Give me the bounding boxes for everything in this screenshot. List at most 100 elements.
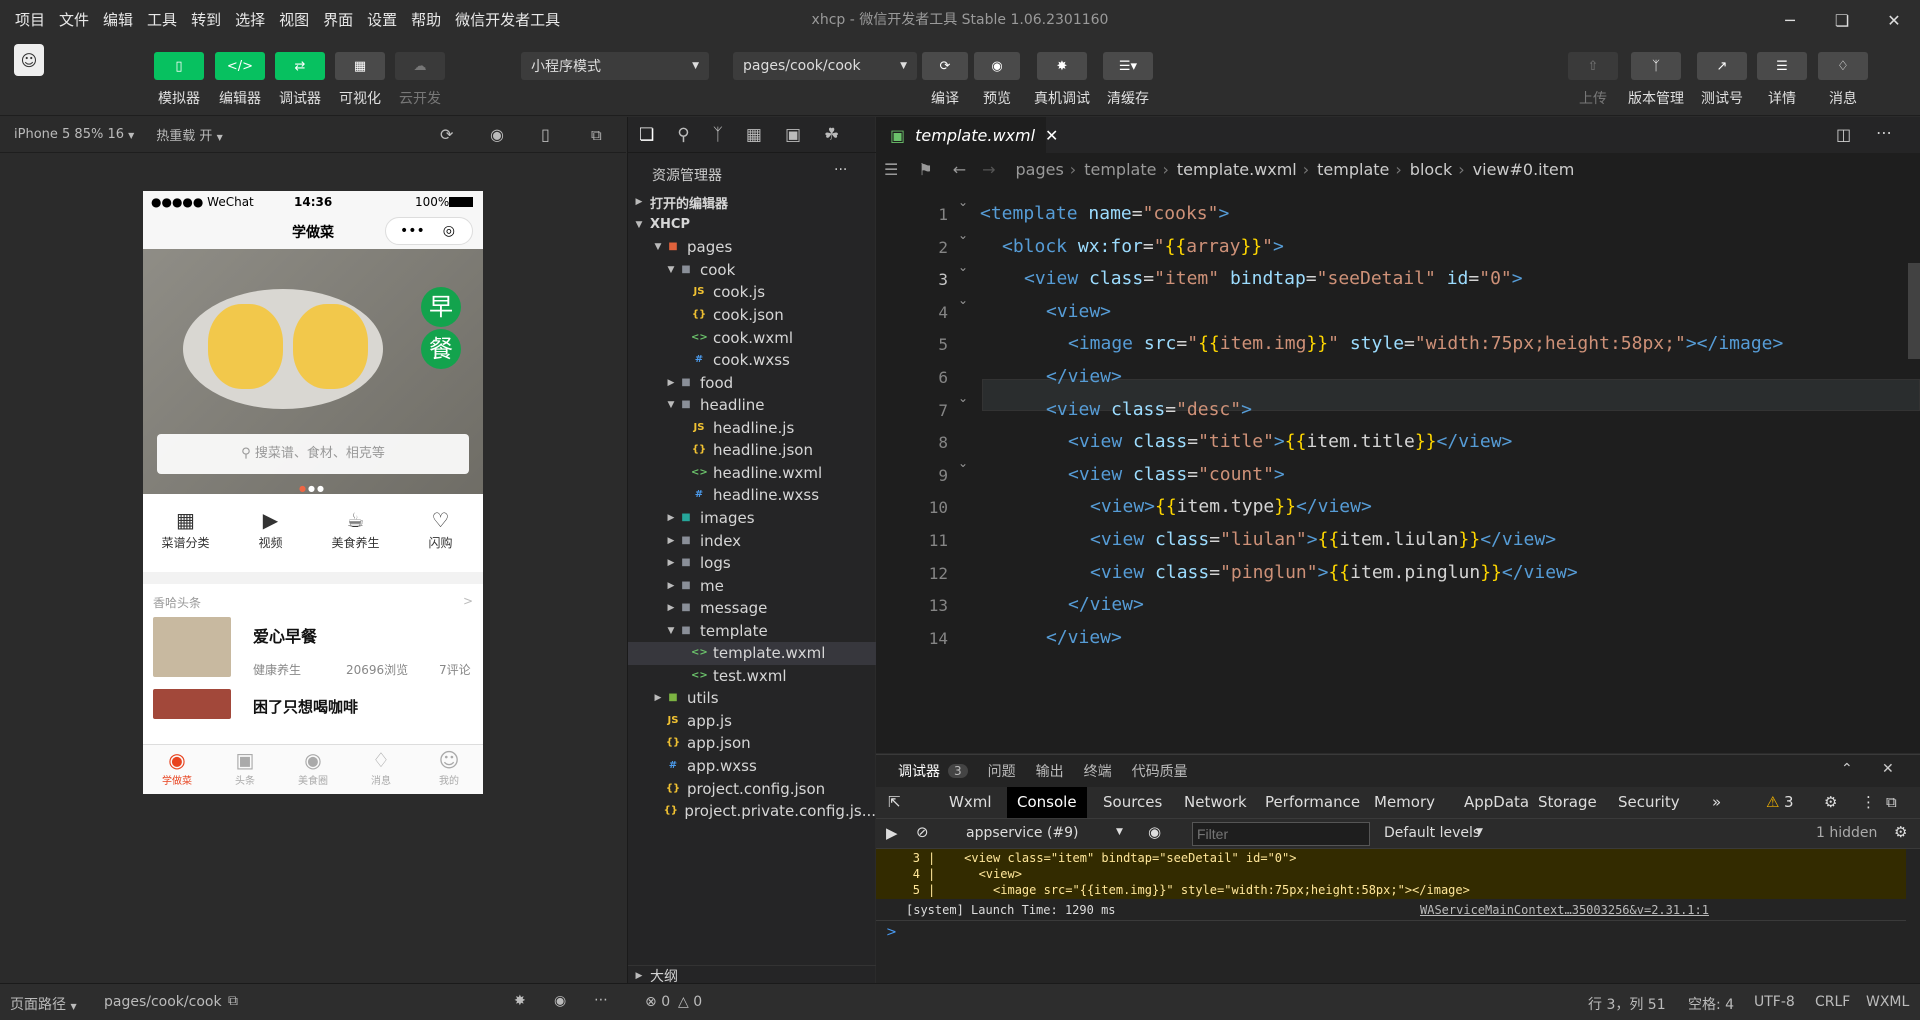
gear-icon[interactable]: ⚙	[1824, 793, 1837, 811]
code-line[interactable]: <view class="desc">	[1046, 399, 1252, 420]
devtools-tab[interactable]: Wxml	[939, 787, 1002, 818]
tab-item[interactable]: ▣ 头条	[211, 745, 279, 794]
scrollbar-thumb[interactable]	[1908, 263, 1920, 359]
tree-file[interactable]: # cook.wxss	[628, 349, 876, 372]
eye-icon[interactable]: ◉	[554, 993, 566, 1009]
menu-item[interactable]: 界面	[316, 0, 360, 40]
breadcrumb-item[interactable]: pages	[1016, 160, 1064, 179]
tree-folder[interactable]: ▶ ■ me	[628, 574, 876, 597]
context-select[interactable]: appservice (#9)	[966, 825, 1079, 841]
avatar[interactable]: ☺	[14, 44, 44, 76]
fold-icon[interactable]: ⌄	[958, 228, 968, 242]
preview-button[interactable]: ◉	[974, 52, 1020, 80]
devtools-tab[interactable]: Network	[1174, 787, 1257, 818]
fold-icon[interactable]: ⌄	[958, 293, 968, 307]
panel-tab[interactable]: 代码质量	[1132, 761, 1188, 781]
code-line[interactable]: </view>	[1068, 594, 1144, 615]
tree-folder[interactable]: ▼ ■ headline	[628, 394, 876, 417]
more-icon[interactable]: ⋮	[1861, 793, 1876, 811]
warning-count[interactable]: △ 0	[678, 994, 702, 1010]
panel-tab[interactable]: 调试器	[898, 761, 940, 781]
more-icon[interactable]: •••	[400, 223, 425, 239]
outline-header[interactable]: ▶ 大纲	[628, 965, 876, 985]
gear-icon[interactable]: ⚙	[1894, 823, 1907, 841]
menu-item[interactable]: 视图	[272, 0, 316, 40]
dock-icon[interactable]: ⧉	[1886, 793, 1897, 811]
code-line[interactable]: <view class="pinglun">{{item.pinglun}}</…	[1090, 562, 1578, 583]
forward-arrow-icon[interactable]: →	[982, 160, 995, 179]
menu-item[interactable]: 文件	[52, 0, 96, 40]
tree-section[interactable]: ▼ XHCP	[628, 214, 876, 237]
code-line[interactable]: <template name="cooks">	[980, 203, 1229, 224]
tab-item[interactable]: ◉ 美食圈	[279, 745, 347, 794]
rotate-icon[interactable]: ⟳	[440, 125, 453, 144]
indent-setting[interactable]: 空格: 4	[1688, 994, 1734, 1014]
tree-folder[interactable]: ▼ ■ pages	[628, 236, 876, 259]
close-icon[interactable]: ✕	[1882, 761, 1894, 777]
inspect-icon[interactable]: ⇱	[888, 793, 901, 811]
device-select[interactable]: iPhone 5 85% 16 ▼	[14, 127, 134, 142]
menu-item[interactable]: 微信开发者工具	[448, 0, 567, 40]
code-line[interactable]: <view>	[1046, 301, 1111, 322]
code-line[interactable]: <view class="title">{{item.title}}</view…	[1068, 431, 1512, 452]
breadcrumb-item[interactable]: template	[1317, 160, 1389, 179]
category-item[interactable]: ♡ 闪购	[398, 494, 483, 572]
tree-file[interactable]: <> template.wxml	[628, 642, 876, 665]
banner-image[interactable]: 早 餐 ⚲ 搜菜谱、食材、相克等 ●●●	[143, 249, 483, 494]
clear-console-icon[interactable]: ⊘	[916, 823, 929, 841]
article-thumbnail[interactable]	[153, 689, 231, 719]
tab-item[interactable]: ♢ 消息	[347, 745, 415, 794]
tree-file[interactable]: {} headline.json	[628, 439, 876, 462]
simulator-button[interactable]: ▯	[154, 52, 204, 80]
tree-file[interactable]: {} app.json	[628, 732, 876, 755]
fold-icon[interactable]: ⌄	[958, 391, 968, 405]
tree-file[interactable]: JS headline.js	[628, 417, 876, 440]
tree-file[interactable]: # headline.wxss	[628, 484, 876, 507]
version-button[interactable]: ᛉ	[1631, 52, 1681, 80]
tree-folder[interactable]: ▶ ■ message	[628, 597, 876, 620]
messages-button[interactable]: ♢	[1818, 52, 1868, 80]
tree-file[interactable]: {} project.config.json	[628, 777, 876, 800]
search-bar[interactable]: ⚲ 搜菜谱、食材、相克等	[157, 434, 469, 474]
tree-file[interactable]: <> test.wxml	[628, 665, 876, 688]
breadcrumb-item[interactable]: template	[1084, 160, 1156, 179]
bookmark-icon[interactable]: ⚑	[918, 160, 932, 179]
tree-file[interactable]: {} cook.json	[628, 304, 876, 327]
popout-icon[interactable]: ⧉	[591, 126, 602, 144]
tree-file[interactable]: <> cook.wxml	[628, 326, 876, 349]
cloud-button[interactable]: ☁	[395, 52, 445, 80]
devtools-tab[interactable]: AppData	[1454, 787, 1539, 818]
tree-file[interactable]: {} project.private.config.js...	[628, 800, 876, 823]
tree-file[interactable]: JS cook.js	[628, 281, 876, 304]
code-line[interactable]: <block wx:for="{{array}}">	[1002, 236, 1284, 257]
fold-icon[interactable]: ⌄	[958, 456, 968, 470]
clear-cache-button[interactable]: ☰▾	[1103, 52, 1153, 80]
hot-reload-toggle[interactable]: 热重载 开 ▼	[156, 125, 222, 144]
devtools-tab[interactable]: Storage	[1528, 787, 1607, 818]
error-count[interactable]: ⊗ 0	[645, 994, 670, 1010]
devtools-tab[interactable]: Memory	[1364, 787, 1445, 818]
maximize-icon[interactable]: ❏	[1816, 0, 1868, 40]
panel-tab[interactable]: 终端	[1084, 761, 1112, 781]
menu-item[interactable]: 转到	[184, 0, 228, 40]
upload-button[interactable]: ⇧	[1568, 52, 1618, 80]
article-title[interactable]: 爱心早餐	[253, 623, 317, 647]
split-editor-icon[interactable]: ◫	[1836, 125, 1851, 144]
menu-item[interactable]: 帮助	[404, 0, 448, 40]
panel-tab[interactable]: 问题	[988, 761, 1016, 781]
files-icon[interactable]: ❏	[639, 125, 654, 145]
language-mode[interactable]: WXML	[1866, 994, 1909, 1010]
eye-icon[interactable]: ◉	[1148, 823, 1161, 841]
tree-folder[interactable]: ▶ ■ images	[628, 507, 876, 530]
back-arrow-icon[interactable]: ←	[953, 160, 966, 179]
target-icon[interactable]: ◎	[443, 223, 455, 239]
minimize-icon[interactable]: ─	[1764, 0, 1816, 40]
devtools-tab[interactable]: Security	[1608, 787, 1690, 818]
close-icon[interactable]: ✕	[1045, 126, 1058, 145]
details-button[interactable]: ☰	[1757, 52, 1807, 80]
menu-item[interactable]: 编辑	[96, 0, 140, 40]
search-icon[interactable]: ⚲	[677, 125, 689, 145]
devtools-tab[interactable]: Performance	[1255, 787, 1370, 818]
tree-folder[interactable]: ▼ ■ cook	[628, 259, 876, 282]
menu-item[interactable]: 工具	[140, 0, 184, 40]
